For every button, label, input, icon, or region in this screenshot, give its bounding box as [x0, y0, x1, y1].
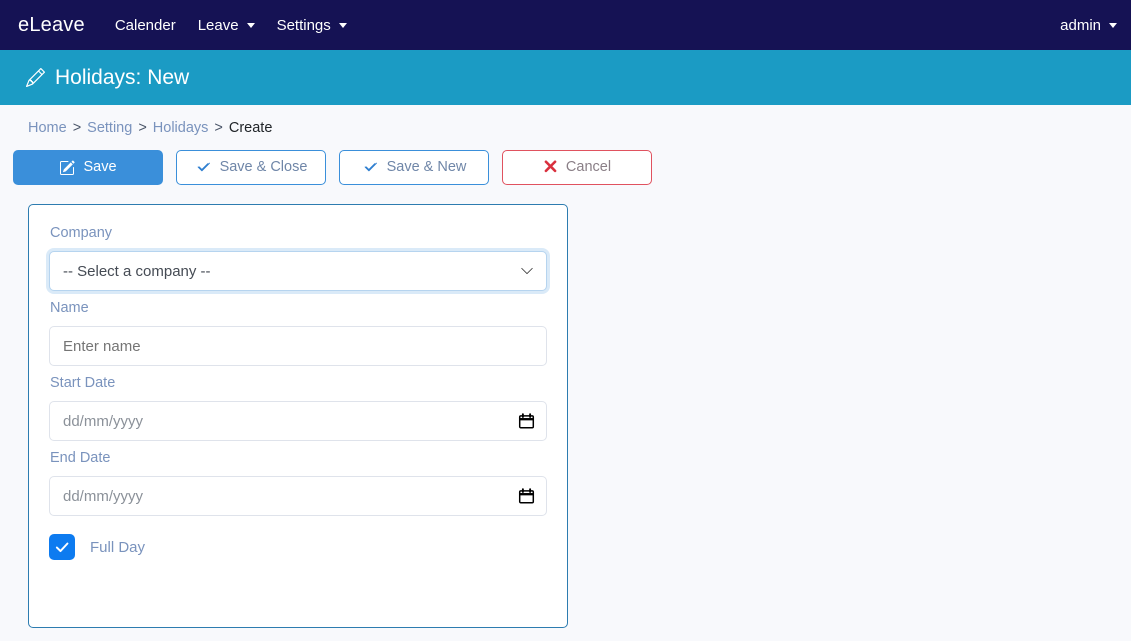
- start-date-field-group: Start Date dd/mm/yyyy: [49, 375, 547, 441]
- x-icon: [543, 160, 558, 175]
- page-title-text: Holidays: New: [55, 65, 190, 89]
- nav-item-leave[interactable]: Leave: [198, 17, 255, 34]
- end-date-field-group: End Date dd/mm/yyyy: [49, 450, 547, 516]
- check-icon: [55, 542, 68, 552]
- company-select[interactable]: -- Select a company --: [49, 251, 547, 291]
- save-button-label: Save: [83, 159, 117, 176]
- company-select-wrapper: -- Select a company --: [49, 251, 547, 291]
- chevron-down-icon: [246, 22, 255, 28]
- check-icon: [362, 159, 379, 176]
- brand-logo[interactable]: eLeave: [18, 14, 85, 37]
- navbar-right: admin: [1060, 0, 1117, 50]
- full-day-label[interactable]: Full Day: [90, 539, 145, 556]
- breadcrumb-separator: >: [72, 120, 82, 136]
- holiday-form-card: Company -- Select a company -- Name Star…: [28, 204, 568, 628]
- chevron-down-icon: [1109, 22, 1117, 28]
- main-navbar: eLeave Calender Leave Settings admin: [0, 0, 1131, 50]
- nav-item-settings-label: Settings: [276, 16, 331, 34]
- page-title: Holidays: New: [26, 66, 189, 90]
- company-label: Company: [50, 225, 113, 241]
- start-date-wrapper: dd/mm/yyyy: [49, 401, 547, 441]
- name-label: Name: [50, 300, 89, 316]
- nav-links: Calender Leave Settings: [115, 17, 347, 34]
- cancel-button[interactable]: Cancel: [502, 150, 652, 185]
- name-field-group: Name: [49, 300, 547, 366]
- save-button[interactable]: Save: [13, 150, 163, 185]
- breadcrumb-separator: >: [214, 120, 223, 136]
- nav-item-leave-label: Leave: [197, 16, 239, 34]
- company-field-group: Company -- Select a company --: [49, 225, 547, 291]
- company-select-value: -- Select a company --: [63, 262, 211, 280]
- nav-item-calender-label: Calender: [114, 16, 176, 34]
- user-menu[interactable]: admin: [1060, 17, 1117, 34]
- check-icon: [195, 159, 212, 176]
- action-toolbar: Save Save & Close Save & New Cancel: [0, 136, 1131, 185]
- user-menu-label: admin: [1060, 16, 1101, 34]
- save-and-new-button-label: Save & New: [386, 159, 467, 176]
- breadcrumb: Home > Setting > Holidays > Create: [0, 105, 1131, 136]
- full-day-checkbox[interactable]: [49, 534, 75, 560]
- end-date-input[interactable]: dd/mm/yyyy: [49, 476, 547, 516]
- save-and-new-button[interactable]: Save & New: [339, 150, 489, 185]
- breadcrumb-item-holidays[interactable]: Holidays: [153, 120, 209, 136]
- save-and-close-button[interactable]: Save & Close: [176, 150, 326, 185]
- end-date-wrapper: dd/mm/yyyy: [49, 476, 547, 516]
- full-day-field-group: Full Day: [49, 534, 547, 560]
- breadcrumb-separator: >: [138, 120, 147, 136]
- name-input[interactable]: [49, 326, 547, 366]
- pencil-icon: [26, 67, 46, 87]
- nav-item-settings[interactable]: Settings: [277, 17, 347, 34]
- start-date-label: Start Date: [50, 375, 116, 391]
- nav-item-calender[interactable]: Calender: [115, 17, 176, 34]
- start-date-input[interactable]: dd/mm/yyyy: [49, 401, 547, 441]
- pencil-square-icon: [59, 159, 76, 176]
- save-and-close-button-label: Save & Close: [219, 159, 308, 176]
- cancel-button-label: Cancel: [565, 159, 612, 176]
- breadcrumb-item-create: Create: [228, 120, 273, 136]
- start-date-placeholder: dd/mm/yyyy: [63, 412, 144, 430]
- end-date-label: End Date: [50, 450, 111, 466]
- breadcrumb-item-home[interactable]: Home: [28, 120, 67, 136]
- calendar-icon[interactable]: [518, 488, 535, 505]
- page-banner: Holidays: New: [0, 50, 1131, 105]
- chevron-down-icon: [338, 22, 347, 28]
- end-date-placeholder: dd/mm/yyyy: [63, 487, 144, 505]
- breadcrumb-item-setting[interactable]: Setting: [87, 120, 132, 136]
- calendar-icon[interactable]: [518, 413, 535, 430]
